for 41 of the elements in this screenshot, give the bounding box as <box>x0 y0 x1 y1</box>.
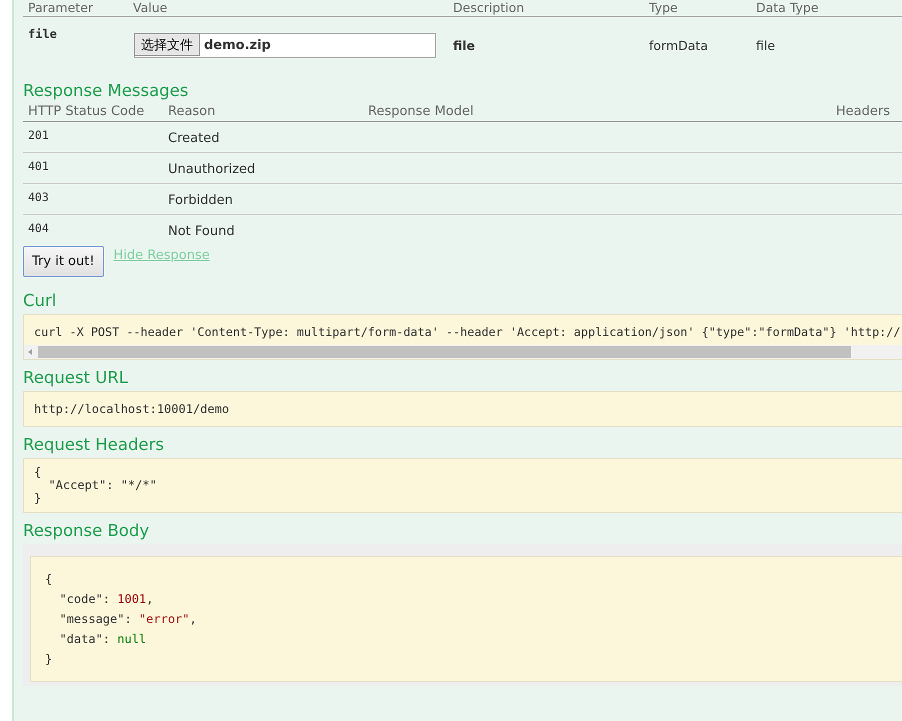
file-name: demo.zip <box>204 38 271 52</box>
curl-command: curl -X POST --header 'Content-Type: multipart/form-data' --header 'Accept: application/json' {"type":"formData"} 'http:// <box>34 325 900 339</box>
status-reason: Created <box>168 130 220 146</box>
column-header: Description <box>453 0 526 15</box>
column-header: HTTP Status Code <box>28 104 146 119</box>
status-code: 404 <box>28 220 50 234</box>
status-code: 201 <box>28 128 50 142</box>
column-header: Reason <box>168 104 216 119</box>
column-header: Response Model <box>368 104 475 119</box>
status-code: 401 <box>28 158 50 172</box>
status-code: 403 <box>28 190 50 204</box>
parameter-name: file <box>28 26 58 41</box>
column-header: Type <box>649 0 679 15</box>
code-line: } <box>34 492 42 505</box>
section-title: Curl <box>23 291 56 310</box>
parameter-description: file <box>453 38 476 52</box>
file-input[interactable]: 选择文件 demo.zip <box>134 32 436 58</box>
code-line: "data": null <box>58 631 148 648</box>
section-title: Response Body <box>23 521 150 540</box>
column-header: Headers <box>836 104 890 119</box>
choose-file-button[interactable]: 选择文件 <box>134 33 200 56</box>
code-line: } <box>45 651 54 668</box>
code-line: "code": 1001, <box>58 591 154 608</box>
code-line: "Accept": "*/*" <box>47 479 158 492</box>
horizontal-scrollbar[interactable] <box>24 345 902 359</box>
column-header: Data Type <box>756 0 820 15</box>
column-header: Value <box>133 0 168 15</box>
data-type: file <box>756 38 776 52</box>
section-title: Request Headers <box>23 435 164 454</box>
status-reason: Unauthorized <box>168 162 256 176</box>
try-it-out-button[interactable]: Try it out! <box>23 246 104 277</box>
code-line: { <box>45 571 54 588</box>
section-title: Response Messages <box>23 81 188 100</box>
request-url: http://localhost:10001/demo <box>34 402 230 416</box>
section-title: Request URL <box>23 368 128 387</box>
parameter-type: formData <box>649 38 709 52</box>
column-header: Parameter <box>28 0 94 15</box>
code-line: "message": "error", <box>58 611 198 628</box>
status-reason: Forbidden <box>168 192 234 208</box>
code-line: { <box>34 466 42 479</box>
status-reason: Not Found <box>168 224 236 238</box>
